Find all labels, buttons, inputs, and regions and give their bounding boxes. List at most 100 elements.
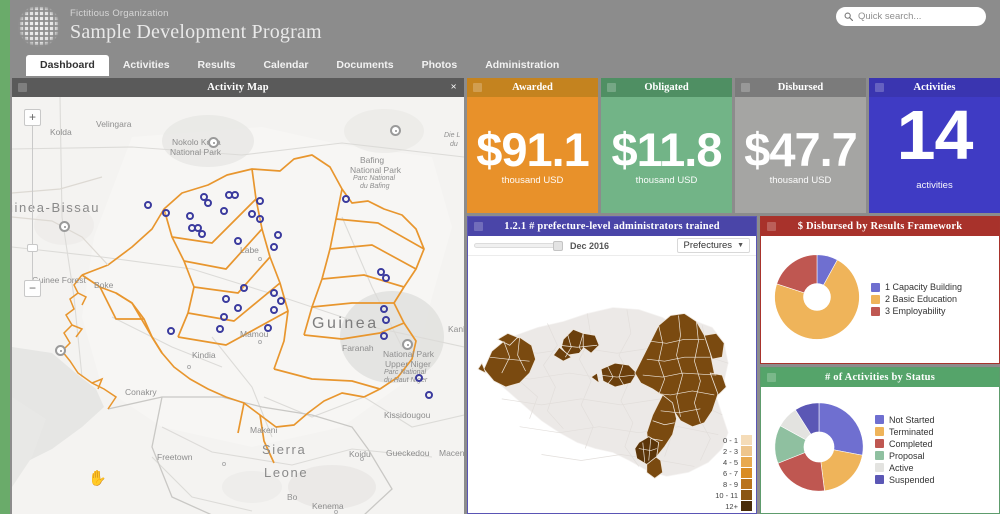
kpi-activities-body: 14 activities bbox=[869, 97, 1000, 213]
close-icon[interactable]: × bbox=[451, 82, 457, 93]
panel-settings-icon[interactable] bbox=[607, 83, 616, 92]
donut-legend-row[interactable]: 1 Capacity Building bbox=[871, 282, 962, 292]
tab-administration[interactable]: Administration bbox=[471, 55, 573, 76]
map-activity-marker[interactable] bbox=[186, 212, 194, 220]
choropleth-legend-label: 2 - 3 bbox=[722, 446, 738, 456]
map-activity-marker[interactable] bbox=[222, 295, 230, 303]
choropleth-legend-swatch bbox=[741, 446, 752, 456]
map-activity-marker[interactable] bbox=[380, 332, 388, 340]
panel-settings-icon[interactable] bbox=[474, 222, 483, 231]
zoom-slider-track-lower[interactable] bbox=[32, 252, 33, 280]
panel-settings-icon[interactable] bbox=[767, 372, 776, 382]
map-activity-marker[interactable] bbox=[382, 274, 390, 282]
map-activity-marker[interactable] bbox=[144, 201, 152, 209]
panel-collapse-icon[interactable] bbox=[851, 83, 860, 92]
globe-icon bbox=[18, 5, 60, 47]
map-activity-marker[interactable] bbox=[270, 289, 278, 297]
donut-legend-row[interactable]: 3 Employability bbox=[871, 306, 962, 316]
right-column: Awarded $91.1 thousand USD Obligated $11… bbox=[467, 78, 1000, 514]
activities-donut-chart[interactable] bbox=[771, 399, 867, 500]
donut-legend-swatch bbox=[875, 415, 884, 425]
tab-calendar[interactable]: Calendar bbox=[249, 55, 322, 76]
donut-legend-label: Proposal bbox=[889, 450, 925, 461]
panel-settings-icon[interactable] bbox=[18, 83, 27, 92]
tab-photos[interactable]: Photos bbox=[408, 55, 472, 76]
map-activity-marker[interactable] bbox=[274, 231, 282, 239]
donut-column: $ Disbursed by Results Framework 1 Capac… bbox=[760, 216, 1000, 514]
map-activity-marker[interactable] bbox=[167, 327, 175, 335]
kpi-card-obligated[interactable]: Obligated $11.8 thousand USD bbox=[601, 78, 732, 213]
map-zoom-controls[interactable]: + − bbox=[24, 109, 41, 297]
donut-legend-row[interactable]: Terminated bbox=[875, 427, 935, 437]
map-activity-marker[interactable] bbox=[380, 305, 388, 313]
zoom-out-button[interactable]: − bbox=[24, 280, 41, 297]
map-activity-marker[interactable] bbox=[220, 207, 228, 215]
map-activity-marker[interactable] bbox=[264, 324, 272, 332]
donut-legend-row[interactable]: 2 Basic Education bbox=[871, 294, 962, 304]
kpi-awarded-body: $91.1 thousand USD bbox=[467, 97, 598, 213]
map-activity-marker[interactable] bbox=[234, 237, 242, 245]
choropleth-legend-row: 2 - 3 bbox=[715, 446, 752, 456]
kpi-card-disbursed[interactable]: Disbursed $47.7 thousand USD bbox=[735, 78, 866, 213]
search-box[interactable] bbox=[836, 7, 986, 26]
panel-collapse-icon[interactable] bbox=[583, 83, 592, 92]
activity-map-body[interactable]: + − Kolda Velingara Nokolo Koba National Pa… bbox=[12, 97, 464, 514]
zoom-slider-handle[interactable] bbox=[27, 244, 38, 252]
map-activity-marker[interactable] bbox=[342, 195, 350, 203]
map-activity-marker[interactable] bbox=[216, 325, 224, 333]
kpi-awarded-title: Awarded bbox=[512, 82, 553, 93]
panel-settings-icon[interactable] bbox=[767, 222, 776, 231]
search-input[interactable] bbox=[858, 11, 978, 22]
donut-legend-row[interactable]: Proposal bbox=[875, 451, 935, 461]
map-activity-marker[interactable] bbox=[248, 210, 256, 218]
search-icon bbox=[844, 12, 854, 22]
disbursed-donut-chart[interactable] bbox=[771, 251, 863, 348]
map-activity-marker[interactable] bbox=[220, 313, 228, 321]
choropleth-legend-row: 8 - 9 bbox=[715, 479, 752, 489]
map-activity-marker[interactable] bbox=[162, 209, 170, 217]
map-activity-marker[interactable] bbox=[270, 306, 278, 314]
donut-legend-row[interactable]: Active bbox=[875, 463, 935, 473]
zoom-slider-track[interactable] bbox=[32, 126, 33, 244]
map-activity-marker[interactable] bbox=[256, 197, 264, 205]
disbursed-framework-body: 1 Capacity Building 2 Basic Education 3 Em… bbox=[761, 236, 999, 363]
donut-legend-label: 1 Capacity Building bbox=[885, 282, 963, 293]
map-activity-marker[interactable] bbox=[277, 297, 285, 305]
tab-documents[interactable]: Documents bbox=[322, 55, 407, 76]
donut-legend-label: Active bbox=[889, 462, 914, 473]
tab-results[interactable]: Results bbox=[184, 55, 250, 76]
time-slider-handle[interactable] bbox=[553, 241, 563, 251]
indicator-map-title: 1.2.1 # prefecture-level administrators … bbox=[504, 221, 720, 232]
panel-collapse-icon[interactable] bbox=[717, 83, 726, 92]
map-activity-marker[interactable] bbox=[198, 230, 206, 238]
map-activity-marker[interactable] bbox=[270, 243, 278, 251]
disbursed-donut-svg bbox=[774, 254, 860, 340]
donut-legend-row[interactable]: Completed bbox=[875, 439, 935, 449]
kpi-card-awarded[interactable]: Awarded $91.1 thousand USD bbox=[467, 78, 598, 213]
map-activity-marker[interactable] bbox=[415, 374, 423, 382]
map-activity-marker[interactable] bbox=[425, 391, 433, 399]
map-city-dot bbox=[222, 462, 226, 466]
region-level-dropdown[interactable]: Prefectures ▼ bbox=[677, 238, 750, 253]
tab-dashboard[interactable]: Dashboard bbox=[26, 55, 109, 76]
donut-legend-swatch bbox=[871, 306, 880, 316]
map-activity-marker[interactable] bbox=[240, 284, 248, 292]
time-slider[interactable] bbox=[474, 241, 563, 251]
zoom-in-button[interactable]: + bbox=[24, 109, 41, 126]
panel-settings-icon[interactable] bbox=[875, 83, 884, 92]
donut-legend-row[interactable]: Not Started bbox=[875, 415, 935, 425]
donut-legend-row[interactable]: Suspended bbox=[875, 475, 935, 485]
choropleth-body[interactable]: 0 - 12 - 34 - 56 - 78 - 9 10 - 11 12+ bbox=[468, 256, 756, 513]
tab-activities[interactable]: Activities bbox=[109, 55, 184, 76]
map-activity-marker[interactable] bbox=[382, 316, 390, 324]
panel-settings-icon[interactable] bbox=[473, 83, 482, 92]
map-activity-marker[interactable] bbox=[234, 304, 242, 312]
map-activity-marker[interactable] bbox=[204, 199, 212, 207]
panel-settings-icon[interactable] bbox=[741, 83, 750, 92]
panel-collapse-icon[interactable] bbox=[741, 222, 750, 231]
map-activity-marker[interactable] bbox=[231, 191, 239, 199]
region-level-label: Prefectures bbox=[683, 240, 733, 251]
kpi-card-activities[interactable]: Activities 14 activities bbox=[869, 78, 1000, 213]
donut-legend-swatch bbox=[875, 475, 884, 485]
map-activity-marker[interactable] bbox=[256, 215, 264, 223]
